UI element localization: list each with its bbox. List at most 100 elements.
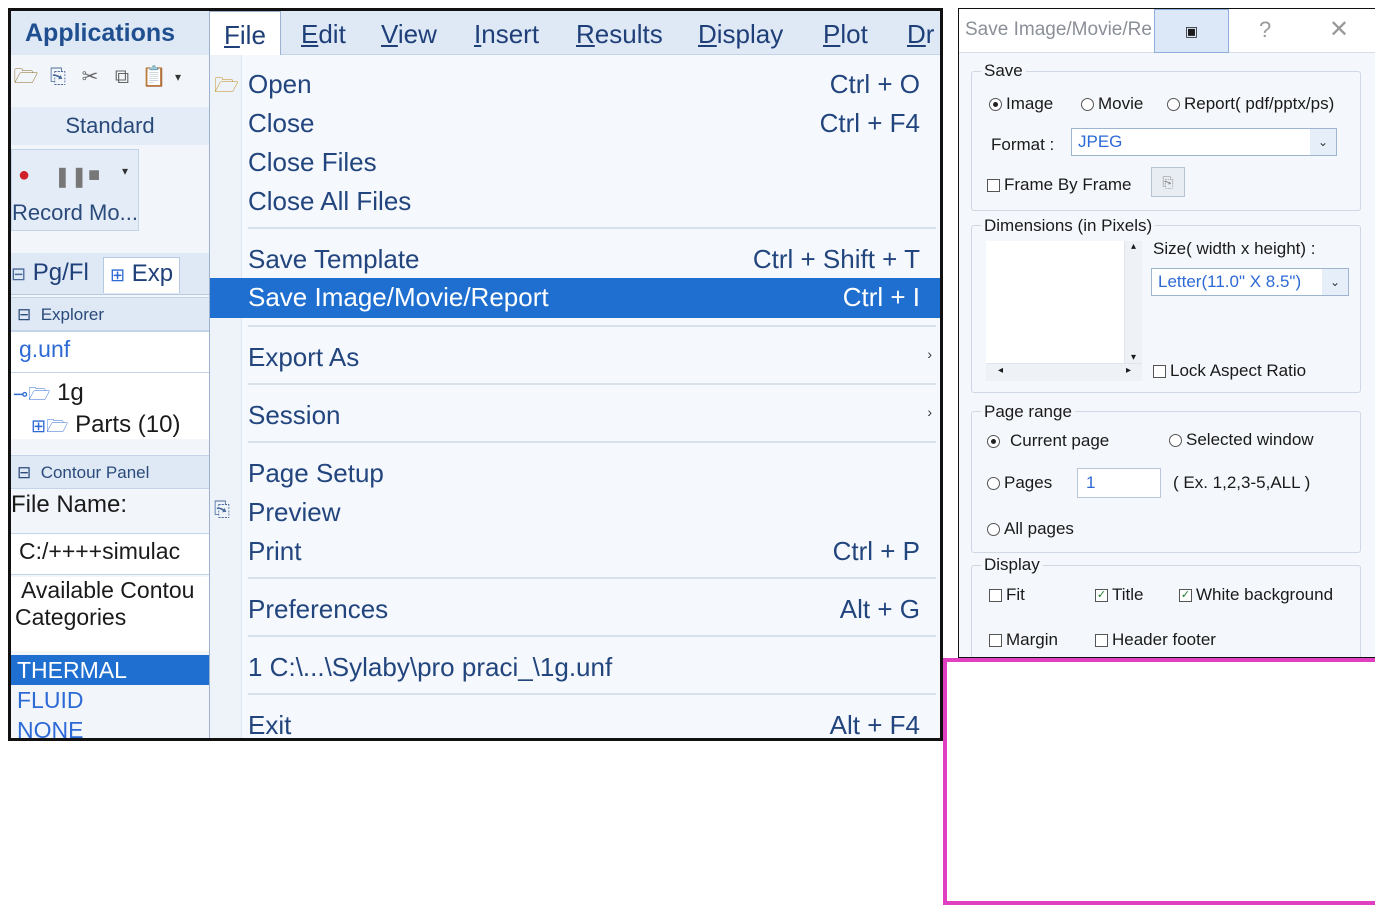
cut-icon[interactable]: ✂: [77, 64, 103, 90]
pause-icon[interactable]: ❚❚: [54, 164, 88, 189]
tab-pg-fl[interactable]: ⊟ Pg/Fl: [11, 259, 89, 287]
menu-separator: [248, 383, 936, 385]
frame-settings-button[interactable]: ⎘: [1151, 167, 1185, 197]
menu-separator: [248, 441, 936, 443]
menu-item-preview[interactable]: ⎘ Preview: [210, 493, 940, 531]
menu-edit[interactable]: Edit: [301, 11, 346, 55]
category-none[interactable]: NONE: [11, 715, 209, 738]
folder-open-icon: ⊸🗁: [13, 384, 51, 404]
menu-view[interactable]: View: [381, 11, 437, 55]
radio-pages[interactable]: Pages: [987, 473, 1052, 493]
menu-item-recent-file[interactable]: 1 C:\...\Sylaby\pro praci_\1g.unf: [210, 648, 940, 686]
file-name-field[interactable]: C:/++++simulac: [11, 533, 209, 575]
radio-movie[interactable]: Movie: [1081, 94, 1143, 114]
dialog-title: Save Image/Movie/Re: [965, 19, 1152, 40]
checkbox-frame-by-frame[interactable]: Frame By Frame: [987, 175, 1132, 195]
category-fluid[interactable]: FLUID: [11, 685, 209, 715]
save-group-label: Save: [981, 61, 1026, 81]
settings-icon: ⎘: [1162, 174, 1174, 190]
menu-separator: [248, 635, 936, 637]
explorer-header[interactable]: ⊟ Explorer: [11, 297, 209, 331]
menu-plot[interactable]: Plot: [823, 11, 868, 55]
radio-report[interactable]: Report( pdf/pptx/ps): [1167, 94, 1334, 114]
menu-insert[interactable]: Insert: [474, 11, 539, 55]
contour-panel-header[interactable]: ⊟ Contour Panel: [11, 455, 209, 489]
menu-item-close-all-files[interactable]: Close All Files: [210, 182, 940, 220]
submenu-arrow-icon: ›: [927, 346, 932, 362]
menu-separator: [248, 577, 936, 579]
dialog-title-bar: Save Image/Movie/Re ▣ ? ✕: [959, 9, 1375, 53]
dimensions-preview-list[interactable]: ▴ ▾ ◂ ▸: [986, 241, 1142, 381]
annotation-highlight-box: [943, 658, 1375, 905]
tree-node-parts[interactable]: ⊞🗁 Parts (10): [31, 411, 180, 444]
menu-item-session[interactable]: Session ›: [210, 396, 940, 434]
vertical-scrollbar[interactable]: ▴ ▾: [1124, 241, 1142, 363]
tab-explorer[interactable]: ⊞ Exp: [103, 257, 181, 293]
toolbar-overflow-icon[interactable]: ▾: [122, 164, 128, 178]
paste-icon[interactable]: 📋: [141, 64, 167, 90]
explorer-file-item[interactable]: g.unf: [11, 331, 209, 373]
pin-button[interactable]: ▣: [1154, 9, 1229, 53]
radio-all-pages[interactable]: All pages: [987, 519, 1074, 539]
horizontal-scrollbar[interactable]: ◂ ▸: [986, 363, 1142, 381]
radio-image[interactable]: Image: [989, 94, 1053, 114]
checkbox-title[interactable]: ✓ Title: [1095, 585, 1144, 605]
standard-toolbar-label: Standard: [11, 107, 209, 145]
menu-separator: [248, 325, 936, 327]
record-toolbar-label: Record Mo...: [12, 200, 138, 225]
folder-open-icon: ⊞🗁: [31, 416, 69, 436]
open-folder-icon[interactable]: 🗁: [13, 64, 39, 90]
menu-draw[interactable]: Dr: [907, 11, 934, 55]
menu-display[interactable]: Display: [698, 11, 783, 55]
checkbox-lock-aspect-ratio[interactable]: Lock Aspect Ratio: [1153, 361, 1306, 381]
menu-separator: [248, 227, 936, 229]
menu-item-close[interactable]: Close Ctrl + F4: [210, 104, 940, 142]
collapse-icon[interactable]: ⊟: [17, 305, 31, 324]
file-name-label: File Name:: [11, 491, 128, 518]
preview-icon: ⎘: [214, 499, 230, 521]
collapse-icon[interactable]: ⊟: [17, 463, 31, 482]
category-thermal[interactable]: THERMAL: [11, 655, 209, 685]
format-select[interactable]: JPEG ⌄: [1071, 128, 1337, 156]
checkbox-header-footer[interactable]: Header footer: [1095, 630, 1216, 650]
menu-item-preferences[interactable]: Preferences Alt + G: [210, 590, 940, 628]
explorer-tree: ⊸🗁 1g ⊞🗁 Parts (10): [11, 373, 209, 439]
toolbar-overflow-icon[interactable]: ▾: [173, 64, 183, 90]
size-select[interactable]: Letter(11.0" X 8.5") ⌄: [1151, 268, 1349, 296]
menu-item-print[interactable]: Print Ctrl + P: [210, 532, 940, 570]
checkbox-margin[interactable]: Margin: [989, 630, 1058, 650]
menu-item-page-setup[interactable]: Page Setup: [210, 454, 940, 492]
radio-current-page[interactable]: Current page: [987, 431, 1109, 451]
standard-toolbar: 🗁 ⎘ ✂ ⧉ 📋 ▾: [11, 59, 183, 95]
menu-item-exit[interactable]: Exit Alt + F4: [210, 706, 940, 738]
stop-icon[interactable]: ■: [88, 164, 100, 187]
copy-icon[interactable]: ⧉: [109, 64, 135, 90]
applications-tab[interactable]: Applications: [11, 11, 209, 55]
menu-item-export-as[interactable]: Export As ›: [210, 338, 940, 376]
menu-item-save-template[interactable]: Save Template Ctrl + Shift + T: [210, 240, 940, 278]
help-button[interactable]: ?: [1259, 17, 1271, 43]
checkbox-white-background[interactable]: ✓ White background: [1179, 585, 1333, 605]
tree-icon: ⊟: [11, 264, 27, 284]
record-icon[interactable]: ●: [18, 164, 30, 187]
application-window: Applications File Edit View Insert Resul…: [8, 8, 943, 741]
menu-item-close-files[interactable]: Close Files: [210, 143, 940, 181]
close-button[interactable]: ✕: [1329, 15, 1349, 44]
available-categories-label: Available Contou Categories: [11, 577, 209, 651]
tree-node-1g[interactable]: ⊸🗁 1g: [13, 379, 84, 412]
page-range-group-label: Page range: [981, 402, 1075, 422]
open-folder-icon: 🗁: [214, 75, 239, 97]
preview-icon[interactable]: ⎘: [45, 64, 71, 90]
pin-icon: ▣: [1184, 23, 1199, 39]
format-label: Format :: [991, 135, 1055, 154]
menu-file[interactable]: File: [209, 11, 281, 57]
menu-results[interactable]: Results: [576, 11, 663, 55]
checkbox-fit[interactable]: Fit: [989, 585, 1025, 605]
menu-item-save-image-movie-report[interactable]: Save Image/Movie/Report Ctrl + I: [210, 278, 940, 318]
pages-input[interactable]: 1: [1077, 468, 1161, 498]
record-toolbar: ● ❚❚ ■ ▾ Record Mo...: [11, 149, 139, 231]
menu-item-open[interactable]: 🗁 Open Ctrl + O: [210, 65, 940, 103]
radio-selected-window[interactable]: Selected window: [1169, 430, 1314, 450]
menu-bar: Applications File Edit View Insert Resul…: [11, 11, 940, 57]
chevron-down-icon: ⌄: [1322, 269, 1348, 295]
